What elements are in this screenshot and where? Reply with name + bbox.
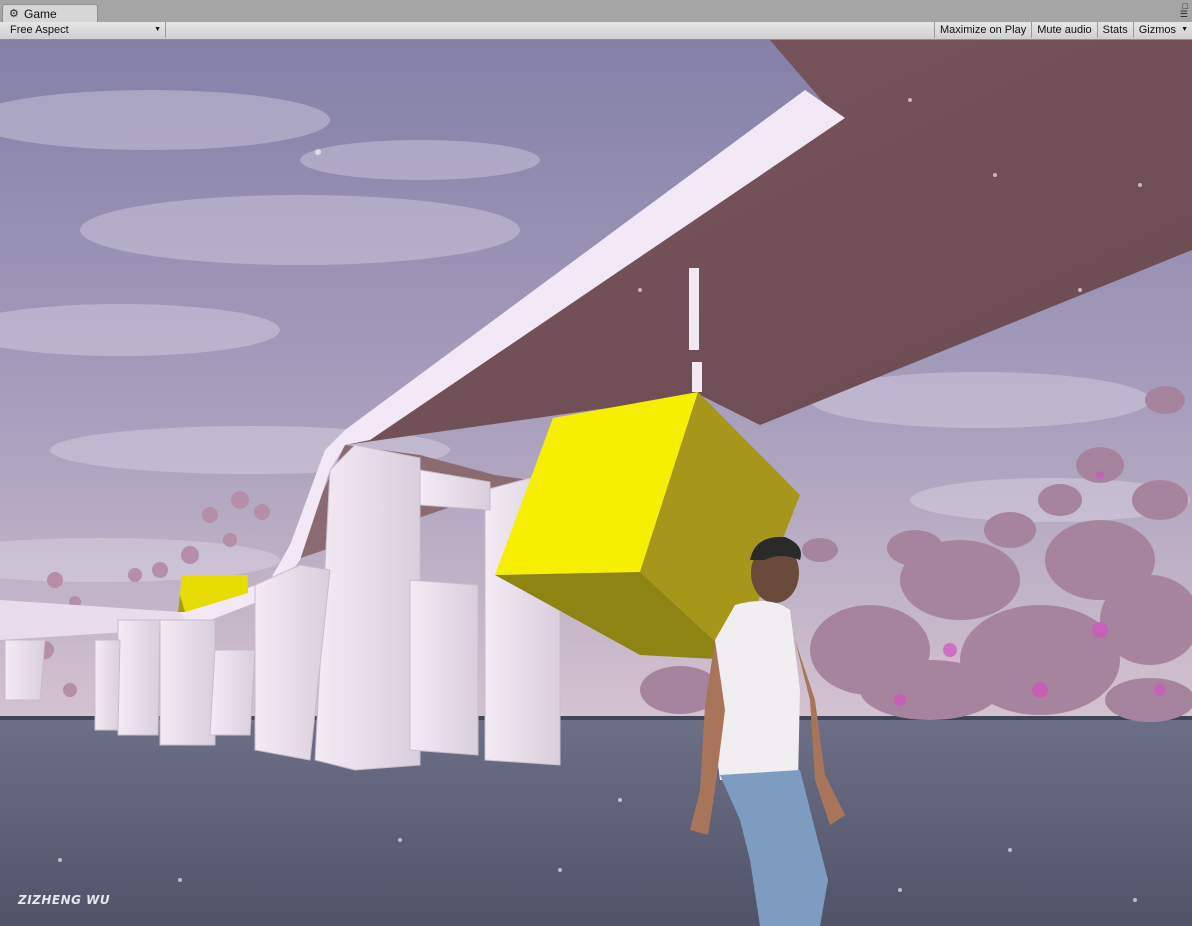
game-toolbar: Free Aspect ▼ Maximize on Play Mute audi… [0,22,1192,40]
toolbar-right: Maximize on Play Mute audio Stats Gizmos… [934,22,1192,38]
hanging-rod-bottom [692,362,702,392]
gizmos-dropdown[interactable]: Gizmos ▼ [1132,22,1192,38]
window-controls: □ ☰ [1180,2,1188,19]
game-controller-icon: ⚙ [9,8,19,20]
hanging-rod-top [689,268,699,350]
tab-game[interactable]: ⚙ Game [2,4,98,22]
tab-bar: ⚙ Game □ ☰ [0,0,1192,23]
stats-toggle[interactable]: Stats [1096,22,1133,38]
tab-label: Game [24,7,57,21]
chevron-down-icon: ▼ [154,26,161,33]
ground [0,718,1192,926]
aspect-dropdown[interactable]: Free Aspect ▼ [4,22,166,38]
gizmos-label: Gizmos [1138,24,1176,36]
maximize-on-play-toggle[interactable]: Maximize on Play [934,22,1031,38]
scene-render [0,40,1192,926]
character-shirt [712,601,800,780]
game-viewport[interactable]: ZIZHENG WU [0,40,1192,926]
game-window: ⚙ Game □ ☰ Free Aspect ▼ Maximize on Pla… [0,0,1192,926]
chevron-down-icon: ▼ [1181,26,1188,33]
aspect-label: Free Aspect [10,24,69,36]
mute-audio-toggle[interactable]: Mute audio [1031,22,1096,38]
watermark: ZIZHENG WU [18,893,111,907]
tab-menu-icon[interactable]: ☰ [1180,9,1188,19]
